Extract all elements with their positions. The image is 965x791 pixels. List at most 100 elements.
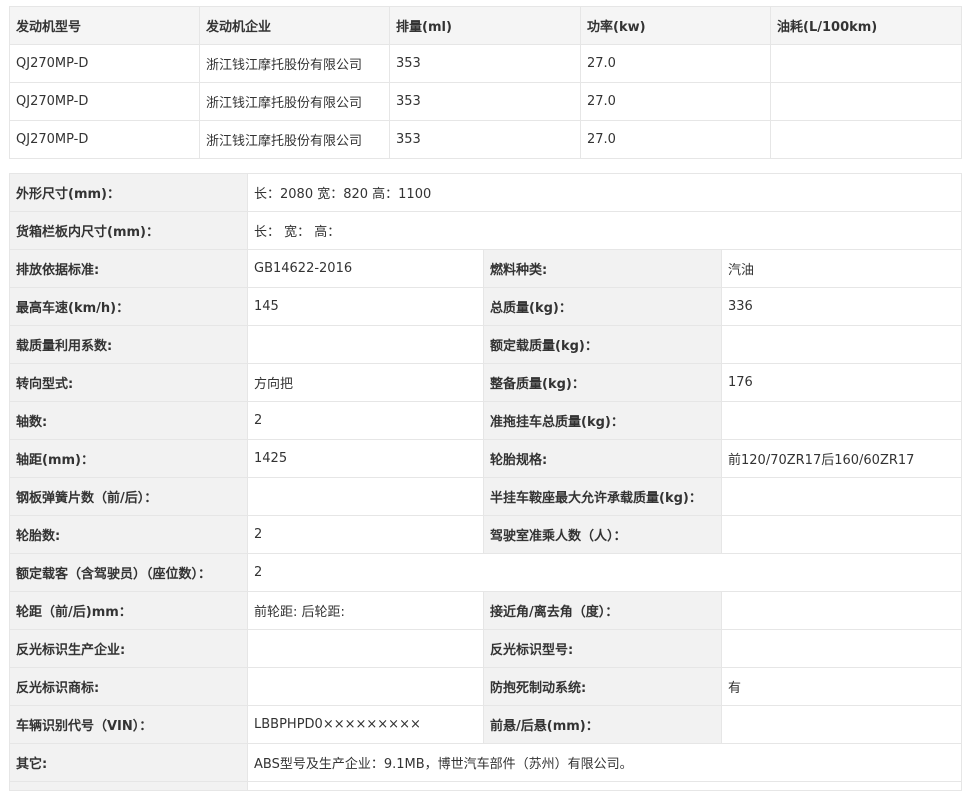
rated-load-label: 额定载质量(kg)： (483, 325, 722, 364)
header-power: 功率(kw) (580, 6, 771, 45)
max-speed-value: 145 (247, 287, 484, 326)
spec-row: 轴数: 2 准拖挂车总质量(kg)： (9, 401, 963, 440)
passengers-label: 额定载客（含驾驶员）（座位数）： (9, 553, 248, 592)
engine-maker-cell: 浙江钱江摩托股份有限公司 (199, 82, 390, 121)
fuel-type-value: 汽油 (720, 249, 963, 288)
power-cell: 27.0 (580, 82, 771, 121)
spec-row: 轮胎数: 2 驾驶室准乘人数（人）： (9, 515, 963, 554)
spec-row: 车辆识别代号（VIN）： LBBPHPD0××××××××× 前悬/后悬(mm)… (9, 705, 963, 744)
header-engine-model: 发动机型号 (9, 6, 200, 45)
total-mass-value: 336 (720, 287, 963, 326)
spec-row: 排放依据标准: GB14622-2016 燃料种类: 汽油 (9, 249, 963, 288)
spec-row-partial (9, 781, 963, 791)
engine-model-cell: QJ270MP-D (9, 120, 200, 159)
header-engine-maker: 发动机企业 (199, 6, 390, 45)
passengers-value: 2 (246, 553, 963, 592)
header-fuel-consumption: 油耗(L/100km) (770, 6, 962, 45)
saddle-load-label: 半挂车鞍座最大允许承载质量(kg)： (483, 477, 722, 516)
spec-row: 轴距(mm)： 1425 轮胎规格: 前120/70ZR17后160/60ZR1… (9, 439, 963, 478)
cab-seats-value (720, 515, 963, 554)
steering-value: 方向把 (247, 363, 484, 402)
cargo-dims-value: 长： 宽： 高： (246, 211, 963, 250)
engine-maker-cell: 浙江钱江摩托股份有限公司 (199, 44, 390, 83)
overhang-label: 前悬/后悬(mm)： (483, 705, 722, 744)
header-displacement: 排量(ml) (389, 6, 581, 45)
partial-value-cell (246, 781, 963, 791)
spec-row: 货箱栏板内尺寸(mm)： 长： 宽： 高： (9, 211, 963, 250)
displacement-cell: 353 (389, 82, 581, 121)
cab-seats-label: 驾驶室准乘人数（人）： (483, 515, 722, 554)
axles-value: 2 (247, 401, 484, 440)
reflector-maker-value (247, 629, 484, 668)
load-util-label: 载质量利用系数: (9, 325, 248, 364)
engine-table: 发动机型号 发动机企业 排量(ml) 功率(kw) 油耗(L/100km) QJ… (9, 6, 962, 159)
fuel-consumption-cell (770, 120, 962, 159)
spec-row: 钢板弹簧片数（前/后）： 半挂车鞍座最大允许承载质量(kg)： (9, 477, 963, 516)
engine-model-cell: QJ270MP-D (9, 44, 200, 83)
spec-table: 外形尺寸(mm)： 长：2080 宽：820 高：1100 货箱栏板内尺寸(mm… (9, 173, 963, 791)
tire-count-value: 2 (247, 515, 484, 554)
vin-label: 车辆识别代号（VIN）： (9, 705, 248, 744)
steering-label: 转向型式: (9, 363, 248, 402)
angles-label: 接近角/离去角（度）： (483, 591, 722, 630)
partial-label-cell (9, 781, 248, 791)
saddle-load-value (720, 477, 963, 516)
trailer-mass-label: 准拖挂车总质量(kg)： (483, 401, 722, 440)
abs-value: 有 (720, 667, 963, 706)
wheelbase-label: 轴距(mm)： (9, 439, 248, 478)
reflector-brand-label: 反光标识商标: (9, 667, 248, 706)
overhang-value (720, 705, 963, 744)
axles-label: 轴数: (9, 401, 248, 440)
reflector-model-label: 反光标识型号: (483, 629, 722, 668)
engine-header-row: 发动机型号 发动机企业 排量(ml) 功率(kw) 油耗(L/100km) (9, 6, 962, 45)
fuel-type-label: 燃料种类: (483, 249, 722, 288)
vin-value: LBBPHPD0××××××××× (247, 705, 484, 744)
spec-row: 载质量利用系数: 额定载质量(kg)： (9, 325, 963, 364)
table-row: QJ270MP-D 浙江钱江摩托股份有限公司 353 27.0 (9, 82, 962, 121)
wheelbase-value: 1425 (247, 439, 484, 478)
other-label: 其它: (9, 743, 248, 782)
displacement-cell: 353 (389, 120, 581, 159)
table-row: QJ270MP-D 浙江钱江摩托股份有限公司 353 27.0 (9, 120, 962, 159)
leaf-springs-value (247, 477, 484, 516)
curb-mass-label: 整备质量(kg)： (483, 363, 722, 402)
leaf-springs-label: 钢板弹簧片数（前/后）： (9, 477, 248, 516)
power-cell: 27.0 (580, 120, 771, 159)
reflector-model-value (720, 629, 963, 668)
engine-maker-cell: 浙江钱江摩托股份有限公司 (199, 120, 390, 159)
track-value: 前轮距: 后轮距: (247, 591, 484, 630)
total-mass-label: 总质量(kg)： (483, 287, 722, 326)
spec-row: 转向型式: 方向把 整备质量(kg)： 176 (9, 363, 963, 402)
spec-row: 额定载客（含驾驶员）（座位数）： 2 (9, 553, 963, 592)
displacement-cell: 353 (389, 44, 581, 83)
spec-row: 反光标识生产企业: 反光标识型号: (9, 629, 963, 668)
emission-value: GB14622-2016 (247, 249, 484, 288)
spec-row: 外形尺寸(mm)： 长：2080 宽：820 高：1100 (9, 173, 963, 212)
abs-label: 防抱死制动系统: (483, 667, 722, 706)
spec-row: 其它: ABS型号及生产企业：9.1MB，博世汽车部件（苏州）有限公司。 (9, 743, 963, 782)
spec-row: 反光标识商标: 防抱死制动系统: 有 (9, 667, 963, 706)
tire-spec-label: 轮胎规格: (483, 439, 722, 478)
max-speed-label: 最高车速(km/h)： (9, 287, 248, 326)
outer-dims-label: 外形尺寸(mm)： (9, 173, 248, 212)
table-row: QJ270MP-D 浙江钱江摩托股份有限公司 353 27.0 (9, 44, 962, 83)
fuel-consumption-cell (770, 82, 962, 121)
tire-count-label: 轮胎数: (9, 515, 248, 554)
other-value: ABS型号及生产企业：9.1MB，博世汽车部件（苏州）有限公司。 (246, 743, 963, 782)
power-cell: 27.0 (580, 44, 771, 83)
angles-value (720, 591, 963, 630)
track-label: 轮距（前/后)mm： (9, 591, 248, 630)
tire-spec-value: 前120/70ZR17后160/60ZR17 (720, 439, 963, 478)
emission-label: 排放依据标准: (9, 249, 248, 288)
load-util-value (247, 325, 484, 364)
curb-mass-value: 176 (720, 363, 963, 402)
spec-row: 轮距（前/后)mm： 前轮距: 后轮距: 接近角/离去角（度）： (9, 591, 963, 630)
trailer-mass-value (720, 401, 963, 440)
cargo-dims-label: 货箱栏板内尺寸(mm)： (9, 211, 248, 250)
fuel-consumption-cell (770, 44, 962, 83)
engine-model-cell: QJ270MP-D (9, 82, 200, 121)
rated-load-value (720, 325, 963, 364)
spec-row: 最高车速(km/h)： 145 总质量(kg)： 336 (9, 287, 963, 326)
outer-dims-value: 长：2080 宽：820 高：1100 (246, 173, 963, 212)
reflector-brand-value (247, 667, 484, 706)
